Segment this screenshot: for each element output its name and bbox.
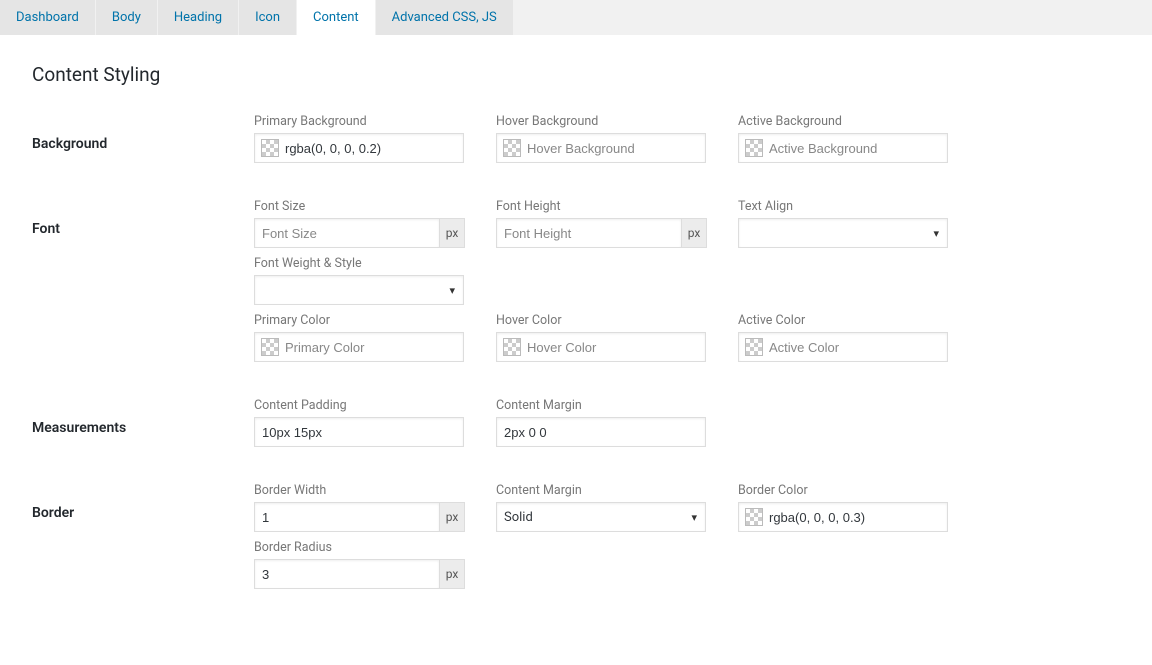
- border-width-input[interactable]: [254, 502, 439, 532]
- primary-background-field[interactable]: [254, 133, 464, 163]
- checker-swatch-icon: [261, 338, 279, 356]
- label-active-background: Active Background: [738, 114, 980, 129]
- label-content-padding: Content Padding: [254, 398, 496, 413]
- tab-bar: Dashboard Body Heading Icon Content Adva…: [0, 0, 1152, 35]
- active-color-field[interactable]: [738, 332, 948, 362]
- unit-px: px: [681, 218, 707, 248]
- checker-swatch-icon: [745, 338, 763, 356]
- section-background: Background Primary Background Hover Back…: [32, 114, 1120, 171]
- label-text-align: Text Align: [738, 199, 980, 214]
- content-padding-input[interactable]: [254, 417, 464, 447]
- unit-px: px: [439, 218, 465, 248]
- unit-px: px: [439, 502, 465, 532]
- active-color-input[interactable]: [769, 340, 945, 355]
- checker-swatch-icon: [745, 139, 763, 157]
- label-border-style: Content Margin: [496, 483, 738, 498]
- section-label-font: Font: [32, 199, 254, 237]
- section-measurements: Measurements Content Padding Content Mar…: [32, 398, 1120, 455]
- section-label-border: Border: [32, 483, 254, 521]
- hover-color-field[interactable]: [496, 332, 706, 362]
- primary-color-field[interactable]: [254, 332, 464, 362]
- hover-background-field[interactable]: [496, 133, 706, 163]
- label-border-radius: Border Radius: [254, 540, 465, 555]
- label-font-weight-style: Font Weight & Style: [254, 256, 464, 271]
- section-border: Border Border Width px Content Margin So…: [32, 483, 1120, 597]
- section-font: Font Font Size px Font Height px Text Al…: [32, 199, 1120, 370]
- border-radius-input[interactable]: [254, 559, 439, 589]
- label-hover-background: Hover Background: [496, 114, 738, 129]
- tab-heading[interactable]: Heading: [158, 0, 238, 35]
- tab-dashboard[interactable]: Dashboard: [0, 0, 95, 35]
- active-background-input[interactable]: [769, 141, 945, 156]
- label-content-margin: Content Margin: [496, 398, 738, 413]
- hover-color-input[interactable]: [527, 340, 703, 355]
- tab-icon[interactable]: Icon: [239, 0, 296, 35]
- checker-swatch-icon: [745, 508, 763, 526]
- checker-swatch-icon: [261, 139, 279, 157]
- panel-title: Content Styling: [32, 63, 1120, 86]
- label-primary-color: Primary Color: [254, 313, 496, 328]
- border-style-select[interactable]: Solid: [496, 502, 706, 532]
- label-hover-color: Hover Color: [496, 313, 738, 328]
- text-align-select[interactable]: [738, 218, 948, 248]
- border-color-input[interactable]: [769, 510, 945, 525]
- active-background-field[interactable]: [738, 133, 948, 163]
- tab-advanced[interactable]: Advanced CSS, JS: [376, 0, 513, 35]
- checker-swatch-icon: [503, 139, 521, 157]
- label-font-height: Font Height: [496, 199, 738, 214]
- primary-background-input[interactable]: [285, 141, 461, 156]
- tab-body[interactable]: Body: [96, 0, 157, 35]
- unit-px: px: [439, 559, 465, 589]
- section-label-measurements: Measurements: [32, 398, 254, 436]
- panel-content-styling: Content Styling Background Primary Backg…: [0, 35, 1152, 665]
- label-border-width: Border Width: [254, 483, 496, 498]
- hover-background-input[interactable]: [527, 141, 703, 156]
- tab-content[interactable]: Content: [297, 0, 375, 35]
- font-weight-style-select[interactable]: [254, 275, 464, 305]
- section-label-background: Background: [32, 114, 254, 152]
- font-height-input[interactable]: [496, 218, 681, 248]
- content-margin-input[interactable]: [496, 417, 706, 447]
- checker-swatch-icon: [503, 338, 521, 356]
- font-size-input[interactable]: [254, 218, 439, 248]
- label-border-color: Border Color: [738, 483, 980, 498]
- label-font-size: Font Size: [254, 199, 496, 214]
- primary-color-input[interactable]: [285, 340, 461, 355]
- label-active-color: Active Color: [738, 313, 980, 328]
- border-color-field[interactable]: [738, 502, 948, 532]
- label-primary-background: Primary Background: [254, 114, 496, 129]
